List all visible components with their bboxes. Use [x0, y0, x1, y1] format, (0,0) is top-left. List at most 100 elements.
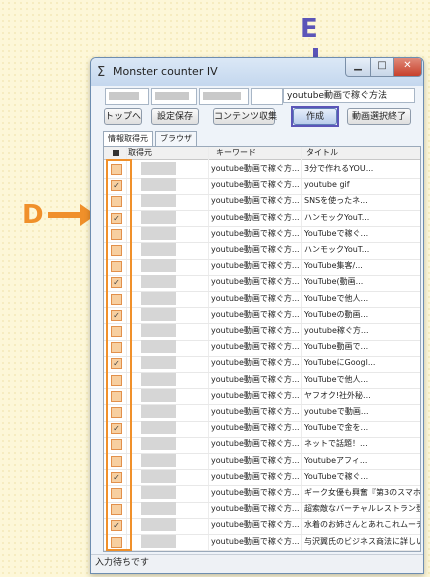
close-button[interactable]: ✕ [393, 58, 422, 77]
row-title: YouTubeで稼ぐ... [304, 228, 369, 238]
row-source-thumbnail [141, 437, 176, 451]
row-source-thumbnail [141, 405, 176, 418]
tab-info-source[interactable]: 情報取得元 [103, 131, 153, 147]
row-title: ハンモックYouT... [304, 245, 370, 254]
table-header: 取得元 キーワード タイトル [104, 147, 420, 160]
row-source-thumbnail [141, 291, 176, 305]
table-row[interactable]: youtube動画で稼ぐ方... 与沢翼氏のビジネス商法に詳しい方 [104, 533, 420, 551]
annotation-d-label: D [22, 200, 44, 230]
row-keyword: youtube動画で稼ぐ方... [211, 196, 300, 206]
row-title: youtubeで動画... [304, 407, 369, 416]
row-keyword: youtube動画で稼ぐ方... [211, 326, 300, 335]
row-title: 超索敵なバーチャルレストラン登場 [304, 504, 420, 514]
minimize-button[interactable]: ▁ [345, 58, 371, 77]
row-title: YouTubeで他人... [304, 293, 369, 303]
row-source-thumbnail [141, 340, 176, 354]
annotation-d-arrow [48, 212, 82, 218]
annotation-e-highlight [291, 106, 339, 127]
row-title: YouTubeで他人... [304, 374, 369, 384]
row-source-thumbnail [141, 243, 176, 256]
row-source-thumbnail [141, 178, 176, 192]
row-keyword: youtube動画で稼ぐ方... [211, 180, 300, 190]
window-title: Monster counter IV [113, 65, 218, 78]
row-source-thumbnail [141, 502, 176, 516]
title-bar[interactable]: Σ Monster counter IV ▁ □ ✕ [91, 58, 423, 86]
redacted-value-1 [109, 92, 139, 100]
row-keyword: youtube動画で稼ぐ方... [211, 358, 300, 368]
row-source-thumbnail [141, 534, 176, 548]
row-source-thumbnail [141, 372, 176, 386]
row-title: YouTube(動画... [304, 277, 364, 287]
row-title: YouTube集客/... [304, 261, 363, 271]
status-text: 入力待ちです [95, 558, 150, 568]
row-keyword: youtube動画で稼ぐ方... [211, 212, 300, 222]
row-keyword: youtube動画で稼ぐ方... [211, 439, 300, 449]
collect-content-button[interactable]: コンテンツ収集 [213, 108, 277, 125]
row-title: 与沢翼氏のビジネス商法に詳しい方 [304, 536, 420, 546]
row-source-thumbnail [141, 388, 176, 402]
row-keyword: youtube動画で稼ぐ方... [211, 455, 300, 465]
select-all-checkbox[interactable] [113, 150, 119, 156]
row-keyword: youtube動画で稼ぐ方... [211, 293, 300, 303]
tab-browser[interactable]: ブラウザ [155, 131, 197, 146]
row-keyword: youtube動画で稼ぐ方... [211, 390, 300, 400]
save-settings-button[interactable]: 設定保存 [151, 108, 199, 125]
row-title: ギーク女優も興奮『第3のスマホ』 [304, 488, 420, 497]
row-title: ハンモックYouT... [304, 212, 370, 222]
redacted-value-2 [155, 92, 189, 100]
row-source-thumbnail [141, 226, 176, 240]
header-keyword[interactable]: キーワード [216, 147, 256, 159]
row-title: 水着のお姉さんとあれこれムーチョ [304, 520, 420, 530]
row-keyword: youtube動画で稼ぐ方... [211, 520, 300, 530]
maximize-button[interactable]: □ [370, 58, 394, 77]
row-title: ヤフオク!社外秘... [304, 390, 371, 400]
row-title: YouTube動画で... [304, 342, 369, 352]
row-keyword: youtube動画で稼ぐ方... [211, 277, 300, 287]
row-source-thumbnail [141, 486, 176, 499]
row-source-thumbnail [141, 194, 176, 208]
row-keyword: youtube動画で稼ぐ方... [211, 309, 300, 319]
row-source-thumbnail [141, 518, 176, 532]
annotation-d-highlight [106, 159, 132, 551]
row-keyword: youtube動画で稼ぐ方... [211, 342, 300, 352]
row-title: ネットで話題！... [304, 439, 368, 449]
results-table: 取得元 キーワード タイトル youtube動画で稼ぐ方... 3分で作れるYOU… [103, 146, 421, 552]
app-window: Σ Monster counter IV ▁ □ ✕ youtube動画で稼ぐ方… [90, 57, 424, 574]
row-keyword: youtube動画で稼ぐ方... [211, 504, 300, 514]
row-title: SNSを使ったネ... [304, 196, 368, 206]
row-source-thumbnail [141, 307, 176, 321]
row-keyword: youtube動画で稼ぐ方... [211, 423, 300, 433]
row-source-thumbnail [141, 259, 176, 273]
keyword-input[interactable]: youtube動画で稼ぐ方法 [283, 88, 415, 103]
row-keyword: youtube動画で稼ぐ方... [211, 471, 300, 481]
sigma-icon: Σ [97, 65, 106, 80]
top-button[interactable]: トップへ [104, 108, 142, 125]
row-title: YouTubeの動画... [304, 309, 369, 319]
row-keyword: youtube動画で稼ぐ方... [211, 261, 300, 271]
header-source[interactable]: 取得元 [128, 147, 152, 159]
finish-video-selection-button[interactable]: 動画選択終了 [347, 108, 411, 125]
row-keyword: youtube動画で稼ぐ方... [211, 245, 300, 254]
row-source-thumbnail [141, 275, 176, 289]
status-bar: 入力待ちです [91, 554, 423, 573]
row-source-thumbnail [141, 162, 176, 175]
row-keyword: youtube動画で稼ぐ方... [211, 164, 300, 173]
input-field-4[interactable] [251, 88, 283, 105]
row-keyword: youtube動画で稼ぐ方... [211, 488, 300, 497]
row-source-thumbnail [141, 324, 176, 337]
row-title: YouTubeにGoogl... [304, 358, 376, 368]
row-keyword: youtube動画で稼ぐ方... [211, 536, 300, 546]
row-source-thumbnail [141, 453, 176, 467]
row-title: YouTubeで稼ぐ... [304, 471, 369, 481]
row-source-thumbnail [141, 356, 176, 370]
row-title: youtube稼ぐ方... [304, 326, 369, 335]
header-title[interactable]: タイトル [306, 147, 338, 159]
row-source-thumbnail [141, 210, 176, 224]
row-source-thumbnail [141, 469, 176, 483]
row-title: Youtubeアフィ... [304, 455, 368, 465]
row-source-thumbnail [141, 421, 176, 435]
row-title: YouTubeで金を... [304, 423, 369, 433]
row-title: youtube gif [304, 180, 350, 190]
row-title: 3分で作れるYOU... [304, 164, 374, 173]
row-keyword: youtube動画で稼ぐ方... [211, 407, 300, 416]
